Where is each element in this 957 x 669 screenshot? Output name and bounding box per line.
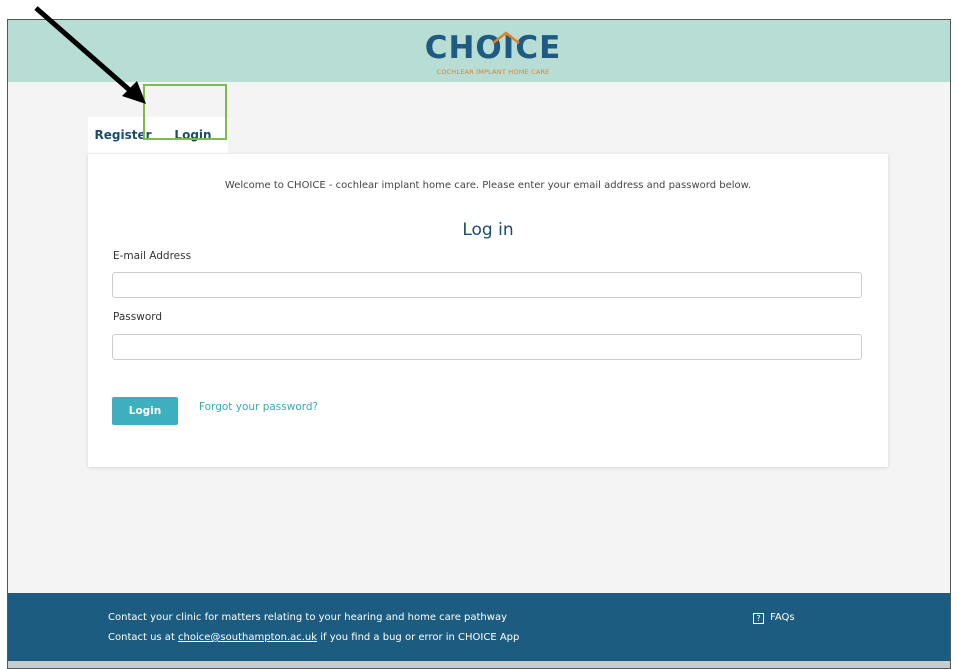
faqs-label: FAQs [770,612,795,623]
footer-contact-prefix: Contact us at [108,632,179,643]
bottom-scroll-bar [8,661,950,668]
house-roof-icon [492,31,520,44]
logo-subtitle: COCHLEAR IMPLANT HOME CARE [436,68,550,76]
email-field[interactable] [112,272,862,298]
login-card: Welcome to CHOICE - cochlear implant hom… [88,154,888,467]
welcome-message: Welcome to CHOICE - cochlear implant hom… [224,180,752,191]
question-icon: ? [753,613,764,624]
contact-email-link[interactable]: choice@southampton.ac.uk [178,632,317,643]
forgot-password-link[interactable]: Forgot your password? [199,401,318,413]
faqs-link[interactable]: ? FAQs [753,612,795,624]
login-button[interactable]: Login [112,397,178,425]
choice-logo[interactable]: CHOICE COCHLEAR IMPLANT HOME CARE [413,30,573,78]
footer-clinic-text: Contact your clinic for matters relating… [108,612,507,623]
email-label: E-mail Address [113,250,192,262]
black-arrow-icon [34,6,146,104]
password-label: Password [113,311,163,323]
footer: Contact your clinic for matters relating… [8,593,950,661]
footer-contact-suffix: if you find a bug or error in CHOICE App [317,632,520,643]
password-field[interactable] [112,334,862,360]
footer-contact-text: Contact us at choice@southampton.ac.uk i… [108,632,519,643]
page-title: Log in [462,220,514,240]
